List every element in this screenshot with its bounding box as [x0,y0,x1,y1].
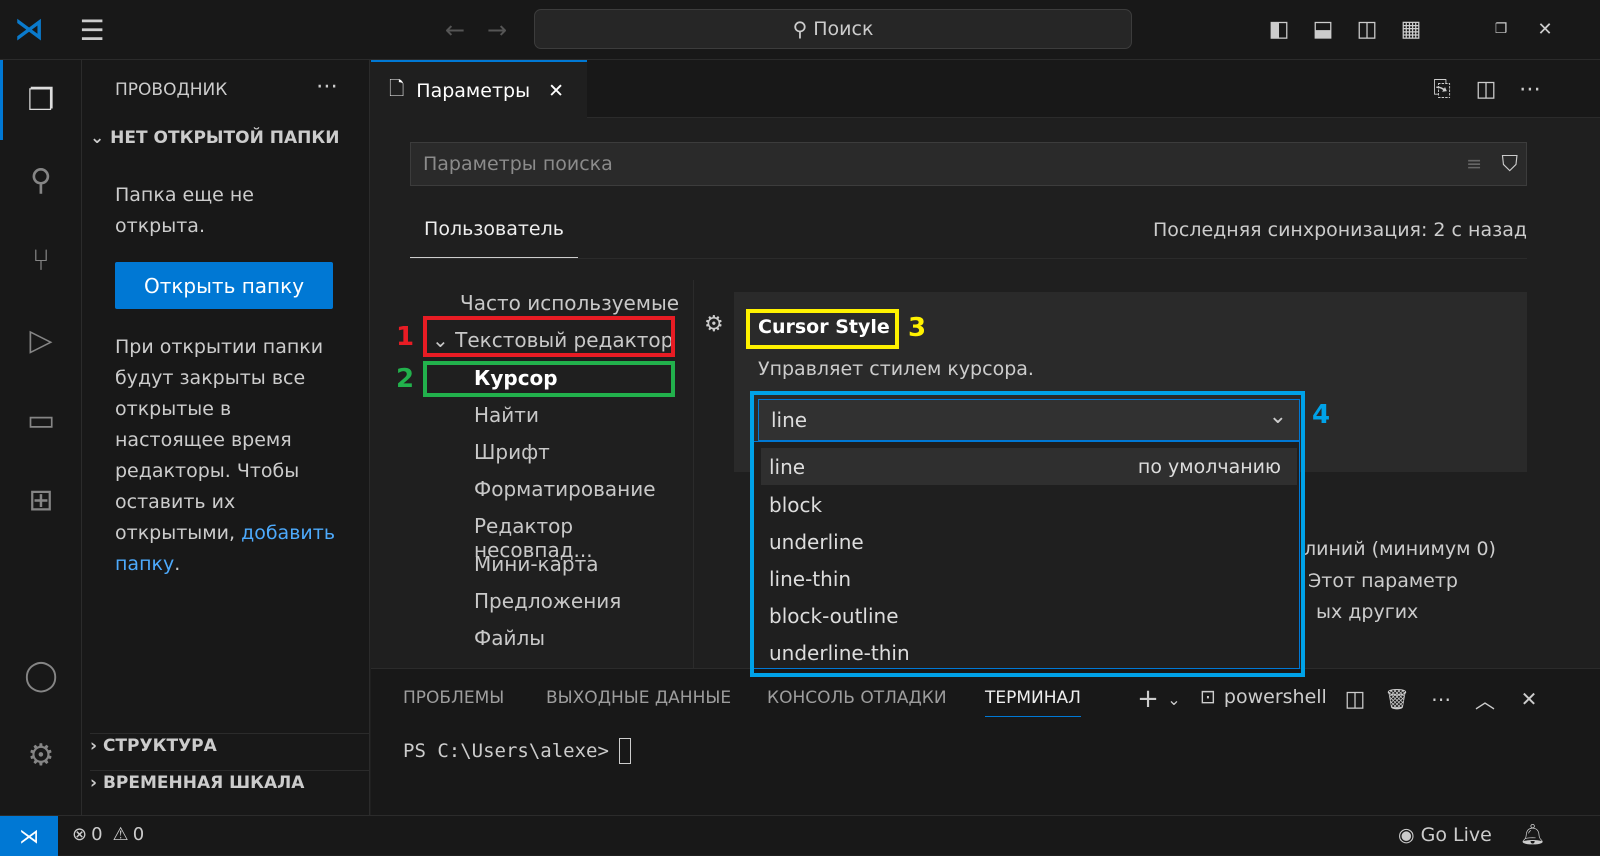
open-folder-button[interactable]: Открыть папку [115,262,333,309]
activity-bar: ❐ ⚲ ⑂ ▷ ▭ ⊞ ◯ ⚙ [0,60,82,815]
status-bar: ⋊ ⊗ 0 ⚠ 0 ◉ Go Live 🔔︎ [0,815,1600,856]
explorer-icon[interactable]: ❐ [0,60,82,140]
remote-explorer-icon[interactable]: ▭ [0,380,82,460]
close-icon[interactable]: ✕ [548,80,564,102]
command-center-search[interactable]: ⚲ Поиск [534,9,1132,49]
menu-icon[interactable]: ☰ [72,14,112,47]
terminal-shell[interactable]: ⊡ powershell [1200,686,1327,708]
close-panel-icon[interactable]: ✕ [1514,684,1544,714]
terminal-cursor [618,738,631,764]
search-icon[interactable]: ⚲ [0,140,82,220]
close-window-icon[interactable]: ✕ [1530,14,1560,44]
setting-description: Управляет стилем курсора. [758,358,1034,380]
account-icon[interactable]: ◯ [0,635,82,715]
section-outline[interactable]: › СТРУКТУРА [90,733,370,756]
terminal-icon: ⊡ [1200,686,1216,708]
chevron-down-icon[interactable]: ⌄ [1164,684,1184,714]
explorer-sidebar: ПРОВОДНИК ⋯ ⌄ НЕТ ОТКРЫТОЙ ПАПКИ Папка е… [82,60,370,815]
annotation-number-1: 1 [396,322,415,352]
more-actions-icon[interactable]: ⋯ [316,74,338,99]
toc-item[interactable]: Мини-карта [474,552,598,576]
filter-icon[interactable]: ⛉ [1501,152,1518,177]
go-live-button[interactable]: ◉ Go Live [1398,824,1492,846]
sidebar-title: ПРОВОДНИК [115,80,228,100]
toc-item[interactable]: Файлы [474,626,545,650]
info-text: При открытии папки будут закрыты все отк… [115,336,336,575]
run-debug-icon[interactable]: ▷ [0,300,82,380]
chevron-right-icon: › [90,773,103,793]
tab-debug-console[interactable]: КОНСОЛЬ ОТЛАДКИ [767,688,947,708]
title-bar: ⋊ ☰ ← → ⚲ Поиск ◧ ⬓ ◫ ▦ ❐ ✕ [0,0,1600,60]
error-icon: ⊗ [72,824,88,845]
tab-output[interactable]: ВЫХОДНЫЕ ДАННЫЕ [546,688,731,708]
back-icon[interactable]: ← [440,14,470,46]
no-folder-text: Папка еще не открыта. [115,184,254,237]
toggle-panel-icon[interactable]: ⬓ [1308,14,1338,44]
toc-item[interactable]: Найти [474,403,539,427]
toc-item[interactable]: Форматирование [474,477,656,501]
gear-icon[interactable]: ⚙ [704,312,724,337]
annotation-number-4: 4 [1312,400,1331,430]
warning-icon: ⚠ [112,824,129,845]
restore-icon[interactable]: ❐ [1486,14,1516,44]
new-terminal-icon[interactable]: + [1133,684,1163,714]
toc-item[interactable]: Часто используемые [460,291,679,315]
divider [410,258,1527,259]
forward-icon[interactable]: → [482,14,512,46]
more-actions-icon[interactable]: ⋯ [1426,684,1456,714]
tab-terminal[interactable]: ТЕРМИНАЛ [985,688,1081,717]
settings-search-input[interactable]: Параметры поиска ≡ ⛉ [410,142,1527,186]
annotation-number-3: 3 [908,313,927,343]
broadcast-icon: ◉ [1398,824,1415,846]
toggle-secondary-sidebar-icon[interactable]: ◫ [1352,14,1382,44]
terminal-output[interactable]: PS C:\Users\alexe> [403,738,631,764]
setting-title: Cursor Style [758,316,890,338]
more-actions-icon[interactable]: ⋯ [1515,74,1545,104]
search-icon: ⚲ [792,17,808,41]
chevron-down-icon: ⌄ [90,128,111,148]
split-terminal-icon[interactable]: ◫ [1340,684,1370,714]
source-control-icon[interactable]: ⑂ [0,220,82,300]
vscode-logo-icon: ⋊ [14,12,44,47]
section-timeline[interactable]: › ВРЕМЕННАЯ ШКАЛА [90,770,370,793]
hidden-setting-text: Этот параметр [1308,570,1458,592]
file-icon: 🗋 [389,77,405,100]
tab-problems[interactable]: ПРОБЛЕМЫ [403,688,504,708]
toggle-sidebar-icon[interactable]: ◧ [1264,14,1294,44]
annotation-box-4 [750,391,1305,677]
toc-item[interactable]: Предложения [474,589,621,613]
hidden-setting-text: ых других [1316,601,1419,623]
maximize-panel-icon[interactable]: ︿ [1470,684,1500,714]
section-no-folder[interactable]: ⌄ НЕТ ОТКРЫТОЙ ПАПКИ [90,128,339,148]
annotation-box-1 [423,316,675,357]
tab-bar: 🗋 Параметры ✕ ⎘ ◫ ⋯ [371,60,1600,119]
chevron-right-icon: › [90,736,103,756]
gear-icon[interactable]: ⚙ [0,715,82,795]
split-editor-icon[interactable]: ◫ [1471,74,1501,104]
toc-item[interactable]: Шрифт [474,440,550,464]
hidden-setting-text: линий (минимум 0) [1304,538,1496,560]
clear-filter-icon[interactable]: ≡ [1466,153,1482,175]
annotation-box-2 [423,361,675,397]
tab-settings[interactable]: 🗋 Параметры ✕ [371,60,587,119]
problems-status[interactable]: ⊗ 0 ⚠ 0 [72,824,144,845]
remote-button[interactable]: ⋊ [0,816,58,856]
customize-layout-icon[interactable]: ▦ [1396,14,1426,44]
sync-status: Последняя синхронизация: 2 с назад [1152,219,1527,241]
annotation-number-2: 2 [396,364,415,394]
open-settings-json-icon[interactable]: ⎘ [1427,74,1457,104]
tab-user[interactable]: Пользователь [410,218,578,258]
bell-icon[interactable]: 🔔︎ [1520,822,1545,846]
extensions-icon[interactable]: ⊞ [0,460,82,540]
trash-icon[interactable]: 🗑 [1382,684,1412,714]
